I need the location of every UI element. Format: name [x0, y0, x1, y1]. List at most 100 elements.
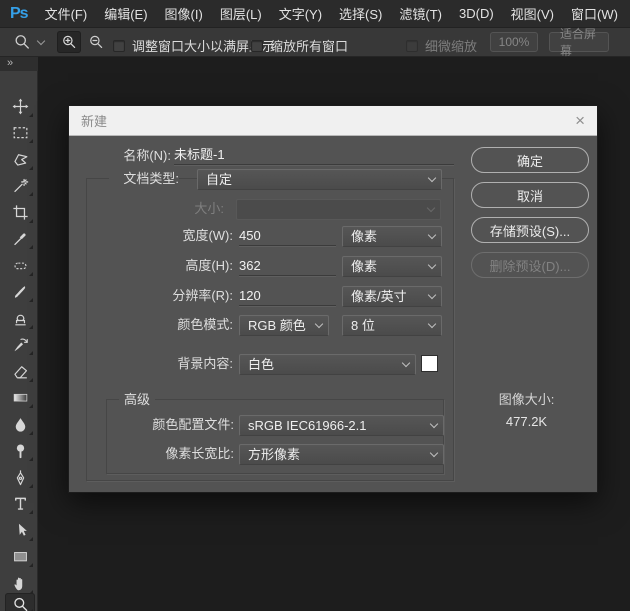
checkbox-icon — [406, 40, 418, 52]
width-unit-select[interactable]: 像素 — [342, 226, 442, 247]
move-icon — [11, 97, 30, 116]
marquee-icon — [11, 123, 30, 142]
name-input[interactable]: 未标题-1 — [174, 145, 454, 165]
eyedropper-icon — [11, 229, 30, 248]
checkbox-icon — [251, 40, 263, 52]
height-input[interactable]: 362 — [239, 256, 336, 276]
menu-type[interactable]: 文字(Y) — [279, 4, 322, 23]
history-brush-tool[interactable] — [5, 332, 35, 357]
rectangle-shape-tool[interactable] — [5, 544, 35, 569]
blur-tool[interactable] — [5, 412, 35, 437]
brush-tool[interactable] — [5, 279, 35, 304]
eraser-tool[interactable] — [5, 359, 35, 384]
menu-file[interactable]: 文件(F) — [45, 4, 88, 23]
color-mode-label: 颜色模式: — [129, 315, 233, 335]
cancel-button[interactable]: 取消 — [471, 182, 589, 208]
zoom-all-windows-label: 缩放所有窗口 — [270, 36, 348, 55]
options-bar: 调整窗口大小以满屏显示 缩放所有窗口 细微缩放 100% 适合屏幕 — [0, 28, 630, 57]
background-select[interactable]: 白色 — [239, 354, 416, 375]
tool-panel: » — [0, 57, 38, 611]
move-tool[interactable] — [5, 94, 35, 119]
clone-stamp-icon — [11, 309, 30, 328]
new-document-dialog: 新建 × 高级 名称(N): 未标题-1 文档类型: 自定 大小: 宽度(W): — [68, 105, 598, 493]
magic-wand-tool[interactable] — [5, 173, 35, 198]
pixel-aspect-label: 像素长宽比: — [114, 444, 234, 464]
close-icon[interactable]: × — [575, 112, 585, 129]
path-selection-tool[interactable] — [5, 518, 35, 543]
menu-filter[interactable]: 滤镜(T) — [399, 4, 442, 23]
advanced-section-label: 高级 — [119, 392, 155, 407]
resolution-unit-select[interactable]: 像素/英寸 — [342, 286, 442, 307]
chevron-down-icon — [428, 261, 436, 269]
chevron-down-icon — [428, 231, 436, 239]
size-select — [236, 199, 441, 220]
dialog-title: 新建 — [81, 111, 575, 130]
menu-edit[interactable]: 编辑(E) — [104, 4, 147, 23]
chevron-down-icon — [430, 420, 438, 428]
resolution-label: 分辨率(R): — [129, 286, 233, 306]
menu-3d[interactable]: 3D(D) — [459, 6, 494, 21]
cursor-arrow-icon — [11, 521, 30, 540]
dodge-tool[interactable] — [5, 438, 35, 463]
crop-icon — [11, 203, 30, 222]
delete-preset-button: 删除预设(D)... — [471, 252, 589, 278]
doc-type-label: 文档类型: — [109, 169, 179, 189]
collapse-panel-icon[interactable]: » — [0, 57, 38, 71]
brush-icon — [11, 282, 30, 301]
type-tool[interactable] — [5, 491, 35, 516]
background-label: 背景内容: — [129, 354, 233, 374]
chevron-down-icon — [428, 291, 436, 299]
dialog-titlebar[interactable]: 新建 × — [69, 106, 597, 136]
menu-image[interactable]: 图像(I) — [165, 4, 203, 23]
eyedropper-tool[interactable] — [5, 226, 35, 251]
chevron-down-icon — [430, 449, 438, 457]
gradient-icon — [11, 388, 30, 407]
menu-select[interactable]: 选择(S) — [339, 4, 382, 23]
color-profile-label: 颜色配置文件: — [114, 415, 234, 435]
zoom-tool-preset[interactable] — [12, 32, 44, 52]
name-label: 名称(N): — [99, 146, 171, 166]
chevron-down-icon — [315, 320, 323, 328]
zoom-tool-preset-icon — [12, 32, 32, 52]
pen-icon — [11, 468, 30, 487]
menu-layer[interactable]: 图层(L) — [220, 4, 262, 23]
color-mode-select[interactable]: RGB 颜色 — [239, 315, 329, 336]
type-icon — [11, 494, 30, 513]
zoom-in-button[interactable] — [57, 31, 81, 53]
photoshop-logo: Ps — [10, 5, 28, 23]
image-size-value: 477.2K — [464, 414, 589, 429]
hand-icon — [11, 574, 30, 593]
dodge-icon — [11, 441, 30, 460]
menu-view[interactable]: 视图(V) — [511, 4, 554, 23]
rectangular-marquee-tool[interactable] — [5, 120, 35, 145]
crop-tool[interactable] — [5, 200, 35, 225]
size-label: 大小: — [129, 199, 224, 219]
history-brush-icon — [11, 335, 30, 354]
height-label: 高度(H): — [129, 256, 233, 276]
save-preset-button[interactable]: 存储预设(S)... — [471, 217, 589, 243]
doc-type-select[interactable]: 自定 — [197, 169, 442, 190]
magic-wand-icon — [11, 176, 30, 195]
color-profile-select[interactable]: sRGB IEC61966-2.1 — [239, 415, 444, 436]
ok-button[interactable]: 确定 — [471, 147, 589, 173]
pixel-aspect-select[interactable]: 方形像素 — [239, 444, 444, 465]
menu-window[interactable]: 窗口(W) — [571, 4, 618, 23]
water-drop-icon — [11, 415, 30, 434]
zoom-in-icon — [60, 33, 78, 51]
chevron-down-icon — [37, 36, 45, 44]
lasso-icon — [11, 150, 30, 169]
chevron-down-icon — [428, 320, 436, 328]
background-color-swatch[interactable] — [421, 355, 438, 372]
clone-stamp-tool[interactable] — [5, 306, 35, 331]
zoom-all-windows-checkbox[interactable]: 缩放所有窗口 — [251, 36, 348, 55]
height-unit-select[interactable]: 像素 — [342, 256, 442, 277]
width-input[interactable]: 450 — [239, 226, 336, 246]
lasso-tool[interactable] — [5, 147, 35, 172]
zoom-tool[interactable] — [5, 593, 35, 611]
pen-tool[interactable] — [5, 465, 35, 490]
healing-brush-tool[interactable] — [5, 253, 35, 278]
gradient-tool[interactable] — [5, 385, 35, 410]
resolution-input[interactable]: 120 — [239, 286, 336, 306]
zoom-out-button[interactable] — [84, 31, 108, 53]
bit-depth-select[interactable]: 8 位 — [342, 315, 442, 336]
